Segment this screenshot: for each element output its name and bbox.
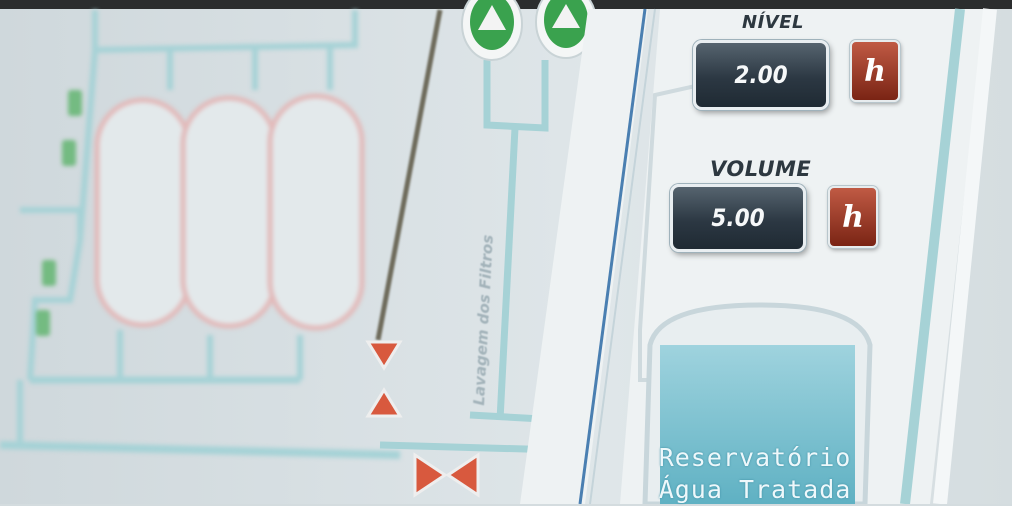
reservoir-label: Reservatório Água Tratada [650,442,860,506]
nivel-h-button[interactable]: h [850,40,900,102]
volume-value: 5.00 [711,204,765,232]
reservoir-label-line2: Água Tratada [658,475,852,504]
volume-display: 5.00 [670,184,806,252]
volume-h-button[interactable]: h [828,186,878,248]
h-button-label: h [864,53,886,89]
volume-label: VOLUME [710,157,812,181]
reservoir-label-line1: Reservatório [658,443,852,472]
nivel-label: NÍVEL [742,12,804,33]
filter-tank-icon [94,93,365,331]
nivel-value: 2.00 [734,61,788,89]
h-button-label: h [842,199,864,235]
nivel-display: 2.00 [693,40,829,110]
